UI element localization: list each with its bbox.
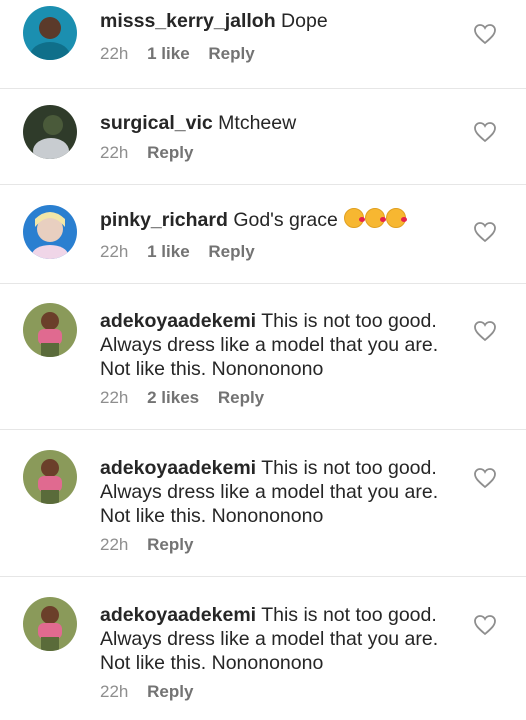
- comment-text: adekoyaadekemi This is not too good. Alw…: [100, 309, 460, 381]
- comment-meta: 22h Reply: [100, 535, 207, 555]
- comment-text: misss_kerry_jalloh Dope: [100, 9, 460, 33]
- avatar-image: [23, 303, 77, 357]
- comment-text: surgical_vic Mtcheew: [100, 111, 460, 135]
- reply-button[interactable]: Reply: [147, 682, 193, 701]
- reply-button[interactable]: Reply: [208, 44, 254, 63]
- reply-button[interactable]: Reply: [208, 242, 254, 261]
- divider: [0, 429, 526, 430]
- comment-body: God's grace: [233, 209, 338, 231]
- avatar-image: [23, 6, 77, 60]
- avatar[interactable]: [23, 450, 77, 504]
- avatar-image: [23, 105, 77, 159]
- avatar[interactable]: [23, 105, 77, 159]
- comment-username[interactable]: adekoyaadekemi: [100, 604, 256, 626]
- comment-meta: 22h Reply: [100, 682, 207, 702]
- comment-text: adekoyaadekemi This is not too good. Alw…: [100, 603, 460, 675]
- comment-body: Mtcheew: [218, 112, 297, 134]
- comment-username[interactable]: adekoyaadekemi: [100, 310, 256, 332]
- heart-outline-icon[interactable]: [473, 320, 497, 342]
- comment-time: 22h: [100, 143, 129, 162]
- comment-text: adekoyaadekemi This is not too good. Alw…: [100, 456, 460, 528]
- heart-outline-icon[interactable]: [473, 467, 497, 489]
- comment-body: Dope: [281, 10, 328, 32]
- kissing-heart-emoji: [365, 208, 387, 228]
- comment-username[interactable]: adekoyaadekemi: [100, 457, 256, 479]
- heart-outline-icon[interactable]: [473, 614, 497, 636]
- comment-meta: 22h 1 like Reply: [100, 242, 269, 262]
- avatar[interactable]: [23, 597, 77, 651]
- divider: [0, 283, 526, 284]
- comment-time: 22h: [100, 388, 129, 407]
- comment-meta: 22h 2 likes Reply: [100, 388, 278, 408]
- divider: [0, 184, 526, 185]
- comment-username[interactable]: pinky_richard: [100, 209, 228, 231]
- kissing-heart-emoji: [344, 208, 366, 228]
- kissing-heart-emoji: [386, 208, 408, 228]
- divider: [0, 576, 526, 577]
- reply-button[interactable]: Reply: [218, 388, 264, 407]
- comment-time: 22h: [100, 535, 129, 554]
- avatar[interactable]: [23, 6, 77, 60]
- divider: [0, 88, 526, 89]
- comment-time: 22h: [100, 682, 129, 701]
- heart-outline-icon[interactable]: [473, 221, 497, 243]
- comment-time: 22h: [100, 242, 129, 261]
- comment-likes[interactable]: 2 likes: [147, 388, 199, 407]
- heart-outline-icon[interactable]: [473, 23, 497, 45]
- comment-text: pinky_richard God's grace: [100, 208, 460, 232]
- comment-username[interactable]: surgical_vic: [100, 112, 213, 134]
- comment-time: 22h: [100, 44, 129, 63]
- heart-outline-icon[interactable]: [473, 121, 497, 143]
- comment-meta: 22h Reply: [100, 143, 207, 163]
- avatar[interactable]: [23, 303, 77, 357]
- comment-likes[interactable]: 1 like: [147, 242, 190, 261]
- comment-username[interactable]: misss_kerry_jalloh: [100, 10, 276, 32]
- avatar[interactable]: [23, 205, 77, 259]
- reply-button[interactable]: Reply: [147, 535, 193, 554]
- avatar-image: [23, 597, 77, 651]
- avatar-image: [23, 205, 77, 259]
- comment-meta: 22h 1 like Reply: [100, 44, 269, 64]
- reply-button[interactable]: Reply: [147, 143, 193, 162]
- avatar-image: [23, 450, 77, 504]
- comment-likes[interactable]: 1 like: [147, 44, 190, 63]
